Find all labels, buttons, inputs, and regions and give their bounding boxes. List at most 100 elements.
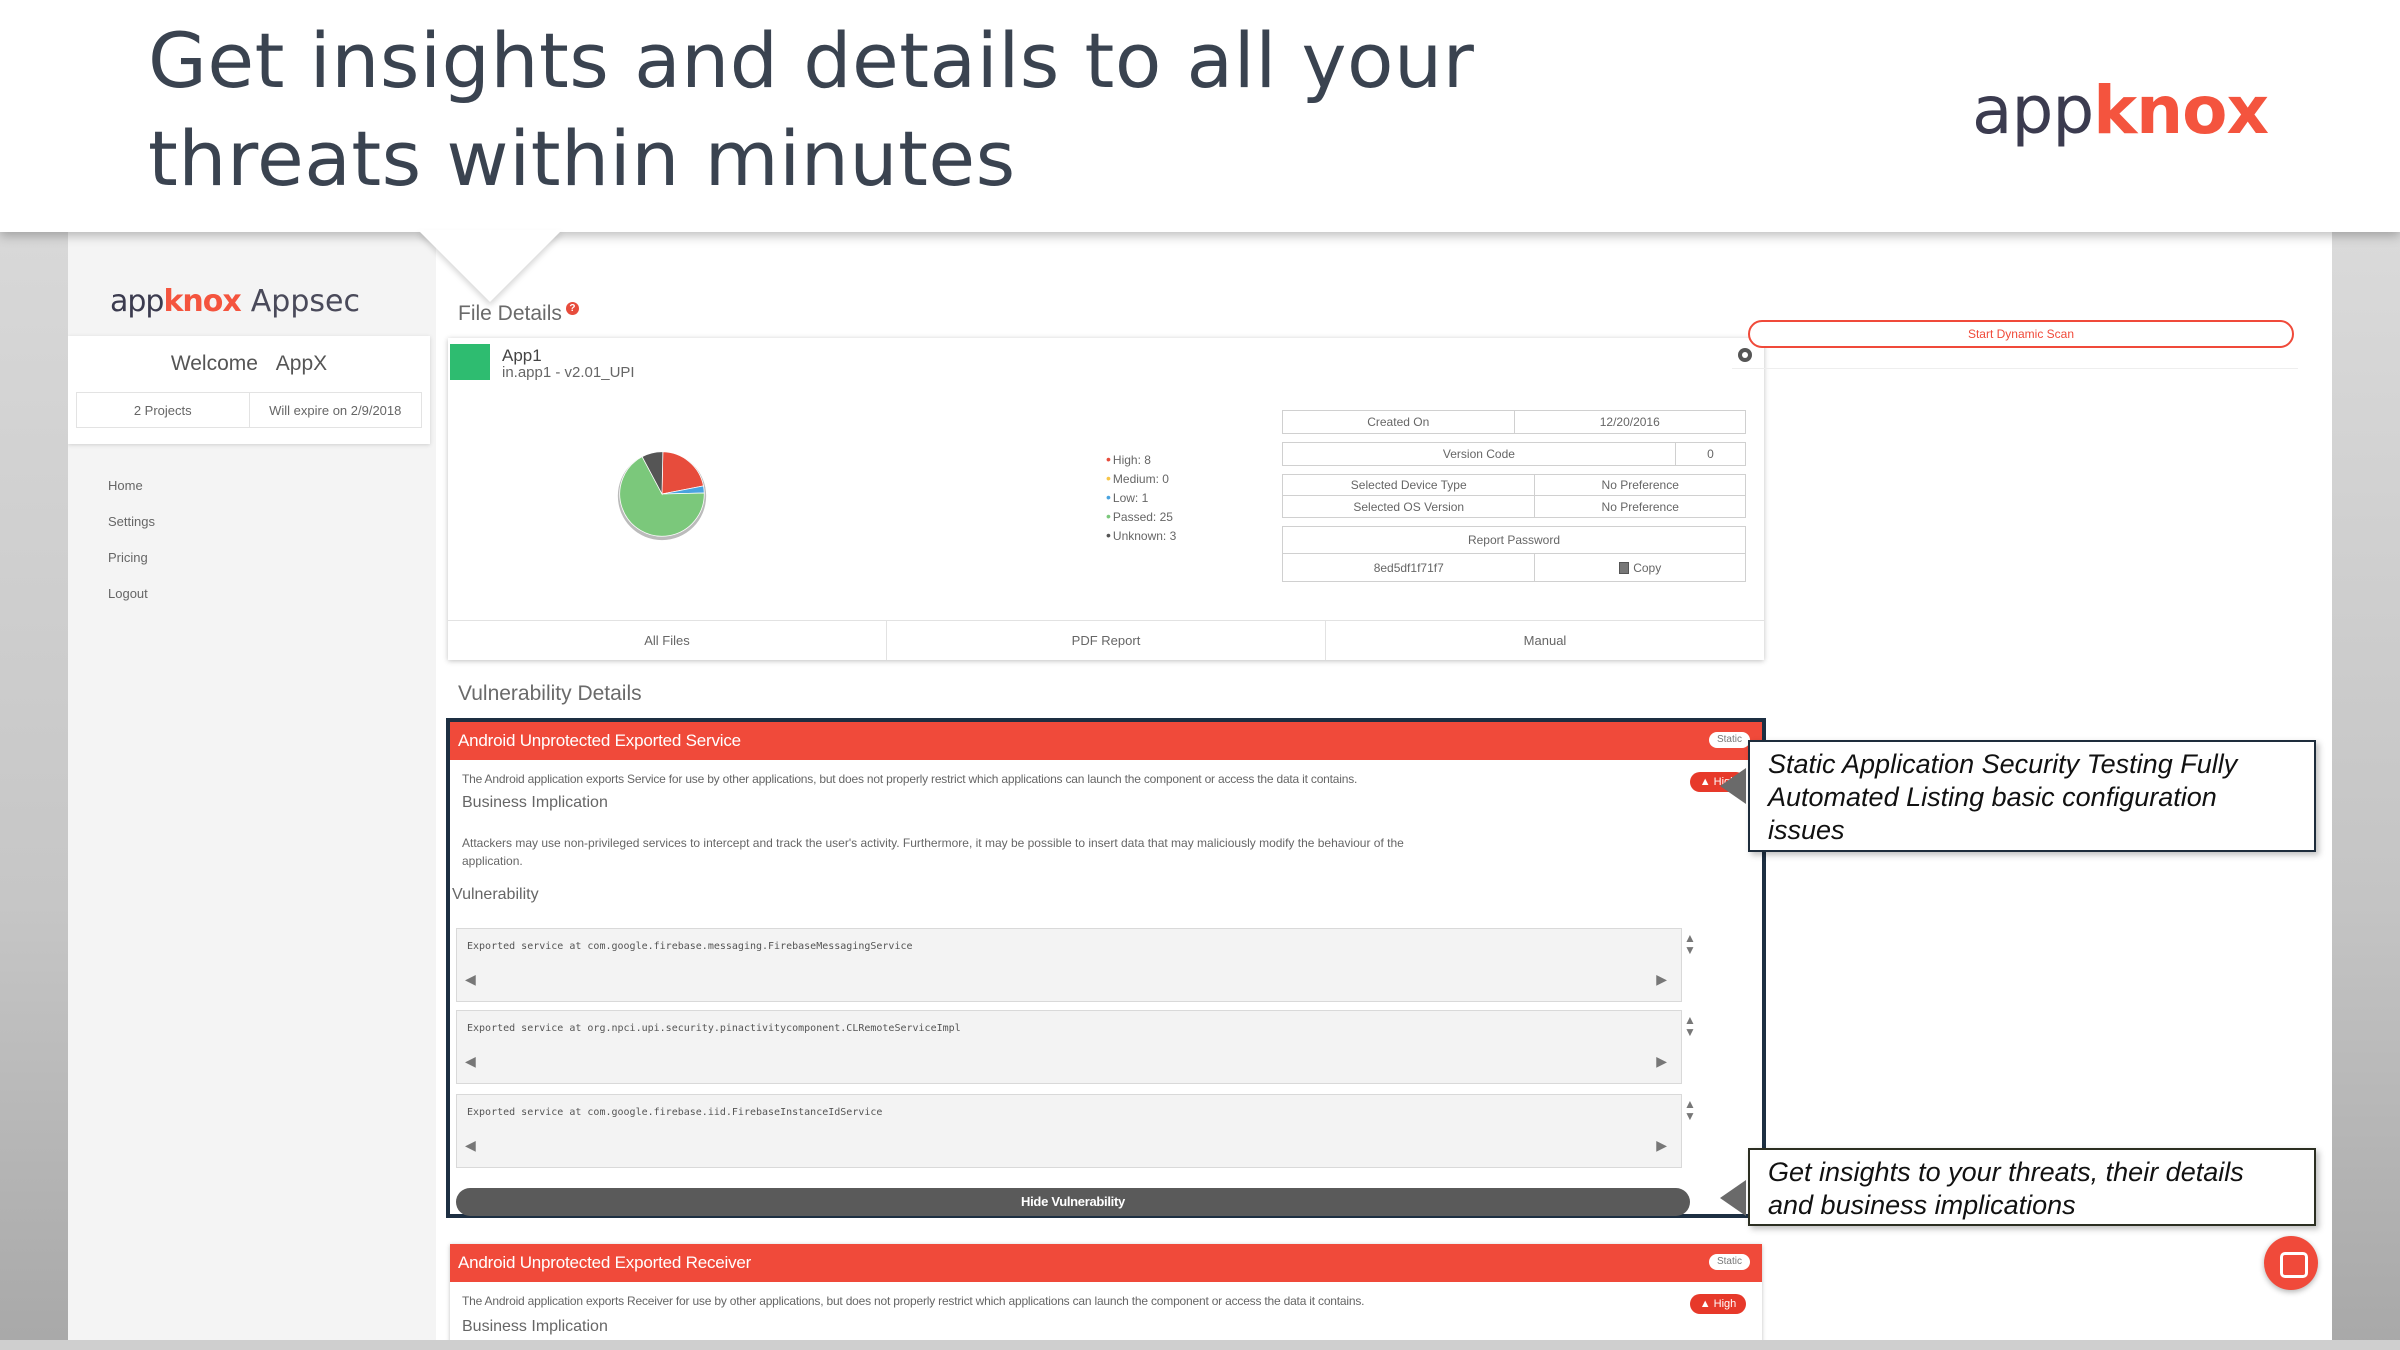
file-name[interactable]: App1 [502, 346, 542, 366]
finding-text: Exported service at com.google.firebase.… [467, 1107, 883, 1118]
settings-gear-icon[interactable] [1738, 348, 1752, 362]
file-tabs: All Files PDF Report Manual [448, 620, 1764, 660]
meta-version-code-label: Version Code [1442, 447, 1515, 461]
brand-text-app: app [110, 284, 164, 319]
vulnerability-title: Android Unprotected Exported Service [458, 731, 741, 750]
welcome-line: Welcome AppX [68, 352, 430, 376]
scroll-left-icon[interactable]: ◀ [465, 971, 476, 988]
meta-version-code: Version Code 0 [1282, 442, 1746, 466]
header-pointer [418, 230, 562, 302]
background-right [2332, 232, 2400, 1350]
file-package: in.app1 - v2.01_UPI [502, 364, 635, 381]
legend-dot-medium: • [1106, 470, 1111, 486]
scroll-updown-icon[interactable]: ▲ ▼ [1682, 932, 1698, 956]
legend-unknown-label: Unknown: 3 [1112, 529, 1177, 543]
legend-dot-passed: • [1106, 508, 1111, 524]
static-badge: Static [1708, 1254, 1750, 1270]
vulnerability-header[interactable]: Android Unprotected Exported Receiver St… [450, 1244, 1762, 1282]
report-password-value: 8ed5df1f71f7 [1373, 560, 1444, 575]
meta-report-password-label: Report Password [1467, 533, 1561, 547]
vulnerability-description: The Android application exports Service … [462, 772, 1358, 786]
finding-text: Exported service at org.npci.upi.securit… [467, 1023, 961, 1034]
scroll-left-icon[interactable]: ◀ [465, 1053, 476, 1070]
severity-label: High [1713, 1298, 1737, 1310]
brand-text-appsec: Appsec [250, 284, 360, 319]
side-nav: Home Settings Pricing Logout [108, 468, 155, 612]
callout-arrow [1720, 1180, 1746, 1216]
scroll-right-icon[interactable]: ▶ [1656, 971, 1667, 988]
legend-low-label: Low: 1 [1112, 491, 1149, 505]
vulnerability-header[interactable]: Android Unprotected Exported Service Sta… [450, 722, 1762, 760]
legend-high-label: High: 8 [1112, 453, 1151, 467]
vulnerability-card: Android Unprotected Exported Receiver St… [450, 1244, 1762, 1350]
meta-version-code-value: 0 [1674, 443, 1745, 465]
scroll-right-icon[interactable]: ▶ [1656, 1053, 1667, 1070]
scroll-updown-icon[interactable]: ▲ ▼ [1682, 1098, 1698, 1122]
nav-item-home[interactable]: Home [108, 468, 155, 504]
meta-os-version: Selected OS Version No Preference [1282, 496, 1746, 518]
user-name: AppX [275, 352, 328, 375]
slide-header: Get insights and details to all your thr… [0, 0, 2400, 232]
vulnerability-subheading: Vulnerability [452, 886, 539, 903]
scroll-right-icon[interactable]: ▶ [1656, 1137, 1667, 1154]
finding-code-box[interactable]: Exported service at org.npci.upi.securit… [456, 1010, 1682, 1084]
tab-manual[interactable]: Manual [1325, 621, 1764, 660]
bottom-shade [0, 1340, 2400, 1350]
meta-os-version-label: Selected OS Version [1353, 499, 1465, 514]
nav-item-settings[interactable]: Settings [108, 504, 155, 540]
sidebar: appknox Appsec Welcome AppX 2 Projects Wi… [68, 232, 436, 1350]
start-dynamic-scan-button[interactable]: Start Dynamic Scan [1748, 320, 2294, 348]
nav-item-logout[interactable]: Logout [108, 576, 155, 612]
subscription-expiry: Will expire on 2/9/2018 [248, 393, 422, 427]
brand-text-knox: knox [163, 284, 241, 319]
severity-pie-chart [617, 451, 707, 541]
vulnerability-description: The Android application exports Receiver… [462, 1294, 1365, 1308]
copy-password-button[interactable]: Copy [1534, 554, 1745, 581]
tab-all-files[interactable]: All Files [448, 621, 886, 660]
logo-text-app: app [1972, 72, 2094, 149]
business-implication-heading: Business Implication [462, 1318, 608, 1335]
slide-title: Get insights and details to all your thr… [148, 16, 1475, 203]
project-count[interactable]: 2 Projects [77, 393, 249, 427]
nav-item-pricing[interactable]: Pricing [108, 540, 155, 576]
copy-icon [1619, 561, 1630, 574]
tab-pdf-report[interactable]: PDF Report [886, 621, 1325, 660]
callout-threat-insights: Get insights to your threats, their deta… [1748, 1148, 2316, 1226]
severity-legend: • High: 8 • Medium: 0 • Low: 1 • Passed: 25 … [1106, 450, 1176, 545]
finding-code-box[interactable]: Exported service at com.google.firebase.… [456, 1094, 1682, 1168]
meta-device-type-label: Selected Device Type [1350, 478, 1467, 492]
meta-created-on-value: 12/20/2016 [1513, 411, 1746, 433]
legend-dot-low: • [1106, 489, 1111, 505]
callout-arrow [1720, 768, 1746, 804]
file-details-title: File Details [458, 302, 562, 325]
welcome-card: Welcome AppX 2 Projects Will expire on 2… [68, 336, 430, 444]
background-left [0, 232, 68, 1350]
legend-unknown: • Unknown: 3 [1106, 526, 1176, 545]
finding-code-box[interactable]: Exported service at com.google.firebase.… [456, 928, 1682, 1002]
callout-static-testing: Static Application Security Testing Full… [1748, 740, 2316, 852]
meta-created-on: Created On 12/20/2016 [1282, 410, 1746, 434]
business-implication-text: Attackers may use non-privileged service… [462, 836, 1404, 868]
scroll-updown-icon[interactable]: ▲ ▼ [1682, 1014, 1698, 1038]
chat-support-icon[interactable] [2264, 1236, 2318, 1290]
hide-vulnerability-button[interactable]: Hide Vulnerability [456, 1188, 1690, 1216]
vulnerability-card: Android Unprotected Exported Service Sta… [446, 718, 1766, 1218]
sidebar-brand-logo[interactable]: appknox Appsec [110, 284, 360, 319]
account-stats: 2 Projects Will expire on 2/9/2018 [76, 392, 422, 428]
legend-dot-unknown: • [1106, 527, 1111, 543]
file-meta-table: Created On 12/20/2016 Version Code 0 Sel… [1282, 410, 1746, 582]
help-icon[interactable]: ? [565, 302, 579, 315]
legend-medium: • Medium: 0 [1106, 469, 1176, 488]
logo-text-knox: knox [2093, 72, 2269, 149]
vulnerability-title: Android Unprotected Exported Receiver [458, 1253, 752, 1272]
vulnerability-details-heading: Vulnerability Details [458, 682, 642, 705]
business-implication-heading: Business Implication [462, 794, 608, 811]
meta-os-version-value: No Preference [1534, 496, 1745, 517]
meta-device-type-value: No Preference [1534, 475, 1745, 495]
scroll-left-icon[interactable]: ◀ [465, 1137, 476, 1154]
legend-dot-high: • [1106, 451, 1111, 467]
legend-passed-label: Passed: 25 [1112, 510, 1173, 524]
copy-label: Copy [1633, 560, 1662, 575]
file-card: App1 in.app1 - v2.01_UPI • High: 8 • Mediu… [448, 338, 1764, 660]
meta-report-password: Report Password [1282, 526, 1746, 554]
